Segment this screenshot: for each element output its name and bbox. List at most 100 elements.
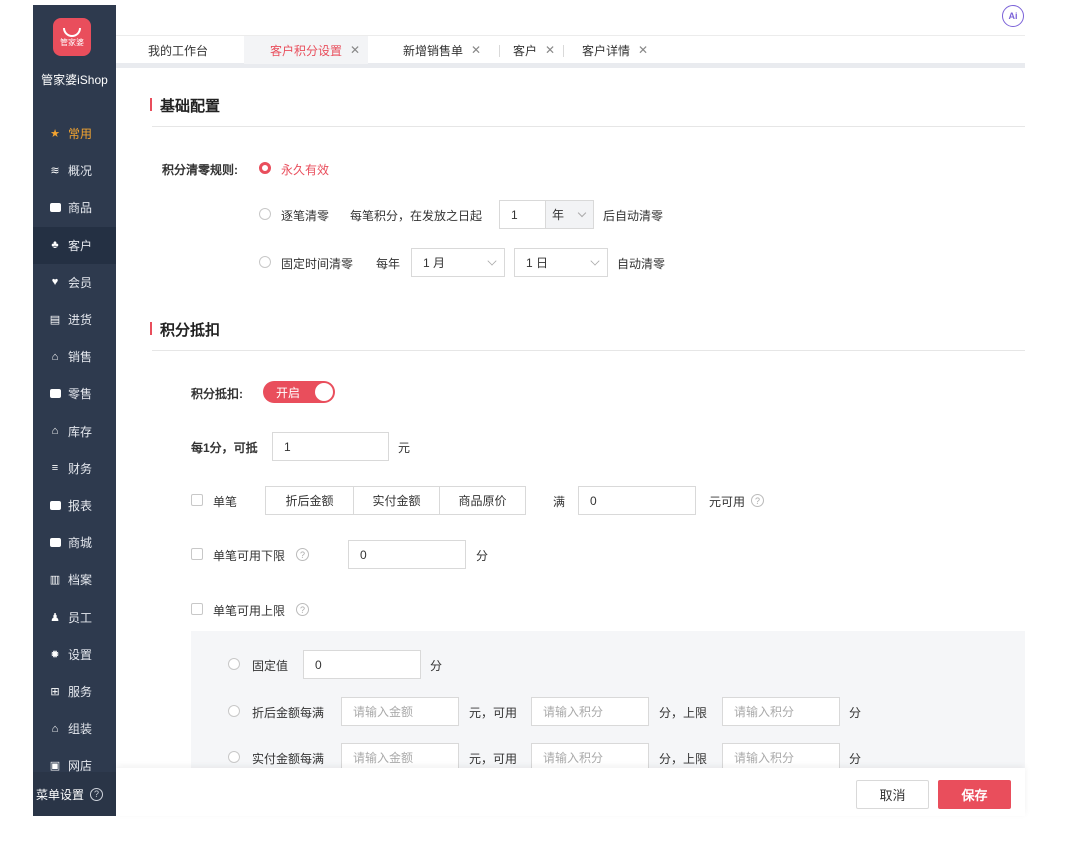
tab-workbench[interactable]: 我的工作台 [148,36,208,64]
sidebar-item-overview[interactable]: ≋ 概况 [33,152,116,189]
fixed-suffix: 自动清零 [617,257,666,271]
tab-customer[interactable]: 客户 ✕ [513,36,555,64]
sidebar-item-goods[interactable]: 商品 [33,189,116,226]
section-title-deduct: 积分抵扣 [149,319,220,340]
sidebar-item-staff[interactable]: ♟ 员工 [33,598,116,635]
sidebar-item-label: 库存 [68,424,93,439]
sidebar-nav: ★ 常用 ≋ 概况 商品 ♣ 客户 ♥ 会员 ▤ 进货 ⌂ 销售 零售 ⌂ 库存 ≡ 财务 报表… [33,115,116,784]
radio-forever[interactable] [259,162,271,174]
finance-icon: ≡ [51,462,59,475]
max-limit-checkbox[interactable] [191,603,203,615]
sidebar-item-sales[interactable]: ⌂ 销售 [33,338,116,375]
fixed-value-label[interactable]: 固定值 [252,657,288,674]
help-icon[interactable]: ? [296,548,309,561]
shop-icon: ▣ [49,760,61,773]
rate-input[interactable]: 1 [272,432,389,461]
radio-fixed-value[interactable] [228,658,240,670]
each-value-input[interactable]: 1 [499,200,549,229]
sidebar-item-inventory[interactable]: ⌂ 库存 [33,413,116,450]
chevron-down-icon [487,256,497,266]
tab-customer-points[interactable]: 客户积分设置 ✕ [244,36,369,64]
single-checkbox[interactable] [191,494,203,506]
min-limit-unit: 分 [476,549,489,563]
full-amount-input[interactable]: 0 [578,486,696,515]
sidebar-item-label: 会员 [68,275,93,290]
radio-each-clear[interactable] [259,208,271,220]
radio-paid-amount[interactable] [228,751,240,763]
ai-assistant-icon[interactable]: Ai [1002,5,1024,27]
tab-customer-detail[interactable]: 客户详情 ✕ [582,36,648,64]
help-icon[interactable]: ? [90,787,104,801]
help-icon[interactable]: ? [296,603,309,616]
heart-icon: ♥ [51,276,59,289]
after-amount-input[interactable]: 请输入金额 [341,697,459,726]
paid-end-unit: 分 [849,752,862,766]
radio-fixed-label[interactable]: 固定时间清零 [281,255,353,272]
sidebar-item-label: 档案 [68,573,93,588]
save-button[interactable]: 保存 [938,780,1011,809]
sidebar-item-service[interactable]: ⊞ 服务 [33,673,116,710]
sidebar-item-archive[interactable]: ▥ 档案 [33,561,116,598]
sidebar-item-label: 销售 [68,350,93,365]
sidebar-item-customer[interactable]: ♣ 客户 [33,226,116,264]
sidebar-item-finance[interactable]: ≡ 财务 [33,450,116,487]
each-unit-select[interactable]: 年 [545,200,594,229]
min-limit-input[interactable]: 0 [348,540,466,569]
action-footer: 取消 保存 [116,768,1025,816]
after-points-input[interactable]: 请输入积分 [531,697,649,726]
help-icon[interactable]: ? [751,494,764,507]
max-limit-label: 单笔可用上限 [213,604,286,618]
sidebar-item-assemble[interactable]: ⌂ 组装 [33,710,116,747]
sidebar-item-label: 员工 [68,610,93,625]
radio-forever-label[interactable]: 永久有效 [281,161,329,178]
fixed-value-input[interactable]: 0 [303,650,421,679]
chevron-down-icon [577,208,587,218]
tab-bar: 我的工作台 客户积分设置 ✕ 新增销售单 ✕ 客户 ✕ 客户详情 ✕ [116,35,1025,68]
tab-label: 客户 [513,43,538,58]
cancel-button[interactable]: 取消 [856,780,929,809]
sidebar-item-settings[interactable]: ✹ 设置 [33,636,116,673]
seg-after-discount[interactable]: 折后金额 [266,487,354,514]
min-limit-checkbox[interactable] [191,548,203,560]
menu-settings-button[interactable]: 菜单设置 ? [33,772,116,816]
sidebar-item-purchase[interactable]: ▤ 进货 [33,301,116,338]
rate-unit: 元 [398,441,411,455]
close-icon[interactable]: ✕ [471,43,481,57]
radio-each-label[interactable]: 逐笔清零 [281,207,329,224]
warehouse-icon: ⌂ [51,425,59,438]
month-select[interactable]: 1 月 [411,248,505,277]
deduct-toggle[interactable]: 开启 [263,381,335,403]
sidebar-item-report[interactable]: 报表 [33,487,116,524]
after-end-unit: 分 [849,706,862,720]
radio-after-discount[interactable] [228,705,240,717]
each-unit-value: 年 [552,208,565,222]
seg-original-price[interactable]: 商品原价 [440,487,525,514]
sidebar-item-mall[interactable]: 商城 [33,524,116,561]
tab-label: 我的工作台 [148,43,209,58]
grid-icon: ⊞ [50,685,60,698]
brand-logo[interactable]: 管家婆 [53,18,91,56]
close-icon[interactable]: ✕ [545,43,555,57]
sidebar-item-retail[interactable]: 零售 [33,375,116,412]
sidebar-item-common[interactable]: ★ 常用 [33,115,116,152]
tab-divider [563,45,564,57]
sidebar-item-label: 客户 [68,238,93,253]
report-icon [48,498,62,512]
tab-new-sales-order[interactable]: 新增销售单 ✕ [403,36,481,64]
sidebar-item-label: 商品 [68,201,93,216]
section-title-basic: 基础配置 [149,95,220,116]
after-cap-input[interactable]: 请输入积分 [722,697,840,726]
customer-icon: ♣ [51,239,59,252]
close-icon[interactable]: ✕ [350,43,360,57]
day-select[interactable]: 1 日 [514,248,608,277]
sidebar-item-member[interactable]: ♥ 会员 [33,264,116,301]
assemble-icon: ⌂ [51,722,59,735]
sidebar-item-label: 概况 [68,164,93,179]
sidebar: 管家婆 管家婆iShop ★ 常用 ≋ 概况 商品 ♣ 客户 ♥ 会员 ▤ 进货 ⌂ 销售 … [33,5,116,816]
seg-paid-amount[interactable]: 实付金额 [354,487,440,514]
radio-fixed-clear[interactable] [259,256,271,268]
close-icon[interactable]: ✕ [638,43,648,57]
paid-amount-label[interactable]: 实付金额每满 [252,750,324,767]
full-suffix: 元可用 [709,495,746,509]
after-discount-label[interactable]: 折后金额每满 [252,704,324,721]
